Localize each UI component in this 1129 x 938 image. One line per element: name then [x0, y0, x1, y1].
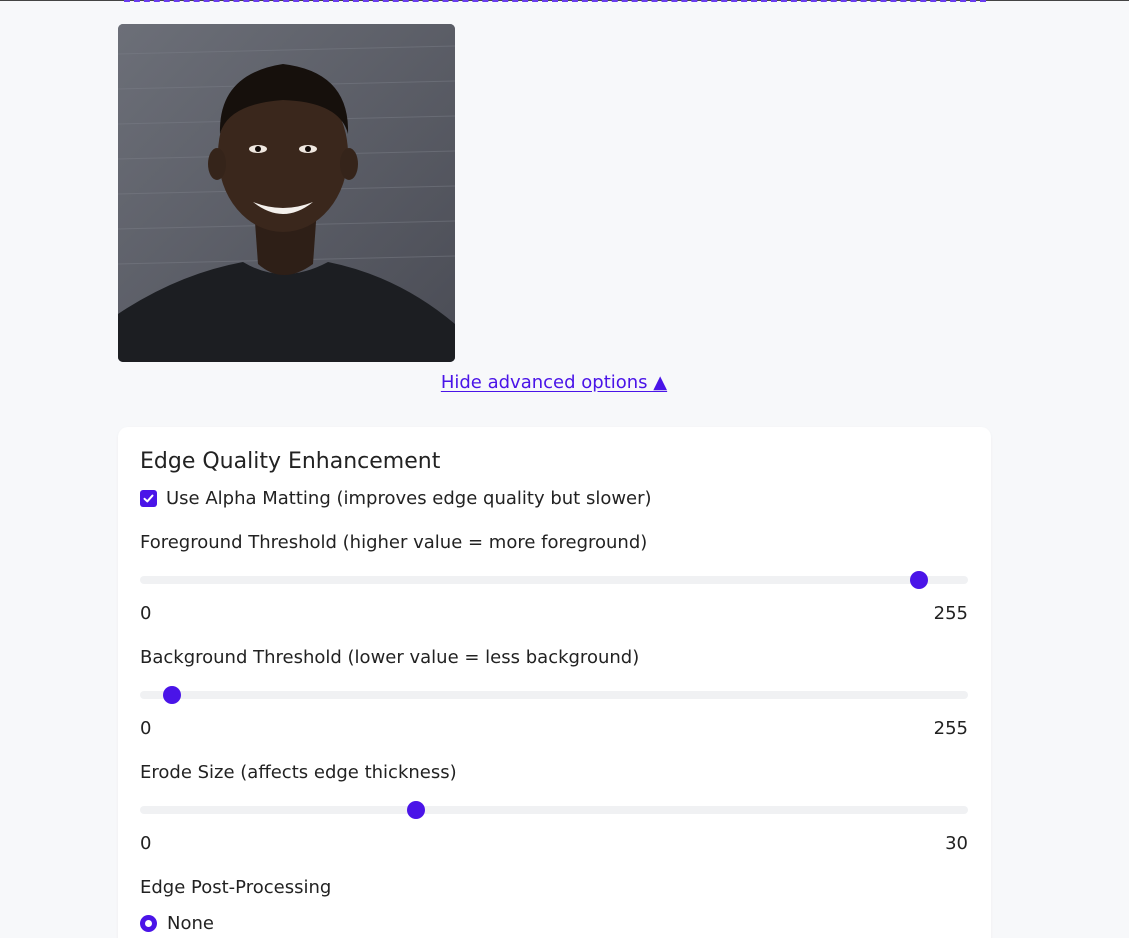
alpha-matting-label: Use Alpha Matting (improves edge quality… — [166, 488, 652, 509]
radio-selected-icon[interactable] — [140, 915, 157, 932]
slider-thumb[interactable] — [910, 571, 929, 589]
edge-quality-card: Edge Quality Enhancement Use Alpha Matti… — [118, 427, 991, 938]
card-title: Edge Quality Enhancement — [140, 449, 441, 474]
foreground-max-value: 255 — [933, 603, 968, 624]
background-threshold-slider[interactable] — [140, 684, 968, 706]
erode-max-value: 30 — [945, 833, 968, 854]
edge-post-processing-label: Edge Post-Processing — [140, 877, 332, 898]
slider-track — [140, 576, 968, 584]
slider-thumb[interactable] — [163, 686, 182, 704]
background-threshold-label: Background Threshold (lower value = less… — [140, 647, 640, 668]
slider-track — [140, 806, 968, 814]
erode-min-value: 0 — [140, 833, 152, 854]
foreground-threshold-label: Foreground Threshold (higher value = mor… — [140, 532, 648, 553]
page: Hide advanced options ▲ Edge Quality Enh… — [0, 0, 1129, 938]
background-min-value: 0 — [140, 718, 152, 739]
slider-track — [140, 691, 968, 699]
foreground-threshold-slider[interactable] — [140, 569, 968, 591]
check-icon — [143, 494, 154, 503]
uploaded-photo — [118, 24, 455, 362]
post-processing-option-none[interactable]: None — [140, 913, 214, 934]
slider-thumb[interactable] — [407, 801, 425, 819]
erode-size-label: Erode Size (affects edge thickness) — [140, 762, 457, 783]
hide-advanced-options-link[interactable]: Hide advanced options ▲ — [0, 372, 1108, 393]
foreground-min-value: 0 — [140, 603, 152, 624]
option-label: None — [167, 913, 214, 934]
background-max-value: 255 — [933, 718, 968, 739]
alpha-matting-option[interactable]: Use Alpha Matting (improves edge quality… — [140, 488, 652, 509]
upload-dropzone-border — [124, 0, 986, 2]
portrait-image — [118, 24, 455, 362]
alpha-matting-checkbox[interactable] — [140, 490, 157, 507]
erode-size-slider[interactable] — [140, 799, 968, 821]
